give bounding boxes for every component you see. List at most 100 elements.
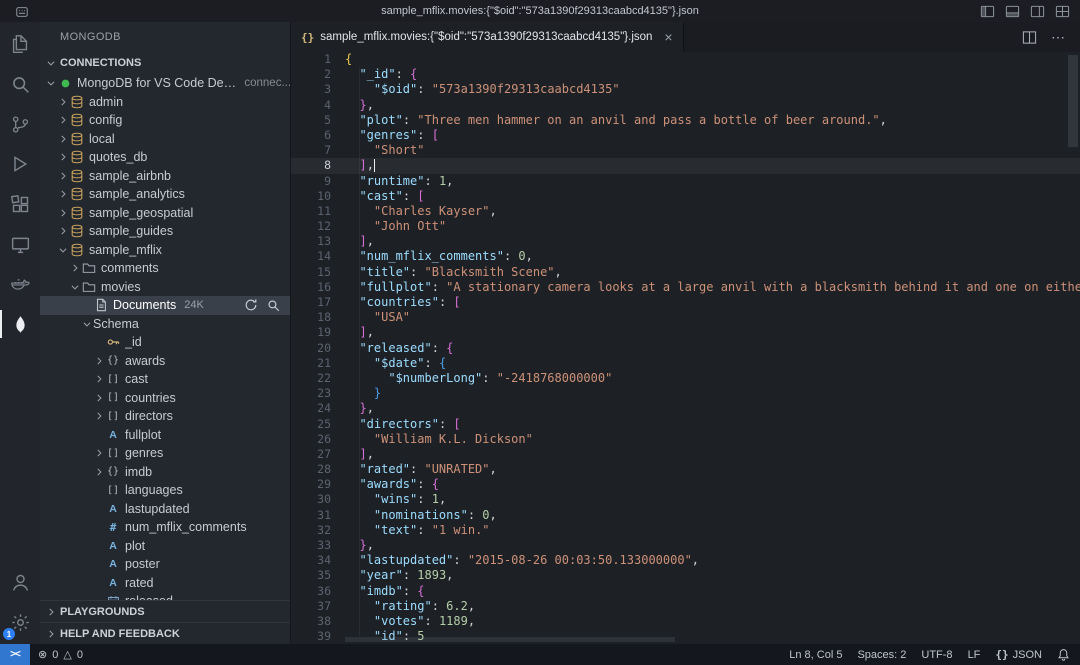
code-line-19[interactable]: 19 ], [291,325,1080,340]
code-line-6[interactable]: 6 "genres": [ [291,128,1080,143]
search-icon[interactable] [267,299,280,312]
activity-search-button[interactable] [0,64,40,104]
code-line-33[interactable]: 33 }, [291,538,1080,553]
horizontal-scrollbar[interactable] [345,637,675,642]
remote-indicator[interactable]: >< [0,644,30,665]
code-line-2[interactable]: 2 "_id": { [291,67,1080,82]
refresh-icon[interactable] [244,298,258,312]
cursor-position-status[interactable]: Ln 8, Col 5 [789,649,842,661]
code-line-29[interactable]: 29 "awards": { [291,477,1080,492]
playgrounds-section-header[interactable]: PLAYGROUNDS [40,600,290,622]
database-item-sample_geospatial[interactable]: sample_geospatial [40,204,290,223]
connection-item[interactable]: MongoDB for VS Code Demo connec... [40,74,290,93]
activity-source-control-button[interactable] [0,104,40,144]
toggle-panel-icon[interactable] [1004,3,1020,19]
code-line-12[interactable]: 12 "John Ott" [291,219,1080,234]
schema-field-_id[interactable]: _id [40,333,290,352]
activity-account-button[interactable] [0,562,40,602]
code-line-21[interactable]: 21 "$date": { [291,356,1080,371]
code-line-34[interactable]: 34 "lastupdated": "2015-08-26 00:03:50.1… [291,553,1080,568]
code-line-18[interactable]: 18 "USA" [291,310,1080,325]
activity-manage-button[interactable]: 1 [0,602,40,642]
code-line-5[interactable]: 5 "plot": "Three men hammer on an anvil … [291,113,1080,128]
activity-remote-explorer-button[interactable] [0,224,40,264]
schema-field-cast[interactable]: [] cast [40,370,290,389]
code-line-10[interactable]: 10 "cast": [ [291,189,1080,204]
split-editor-icon[interactable] [1022,30,1037,45]
collection-item-comments[interactable]: comments [40,259,290,278]
toggle-secondary-sidebar-icon[interactable] [1029,3,1045,19]
activity-mongodb-button[interactable] [0,304,40,344]
code-line-8[interactable]: 8 ], [291,158,1080,174]
documents-item[interactable]: Documents 24K [40,296,290,315]
schema-field-lastupdated[interactable]: Alastupdated [40,500,290,519]
code-line-16[interactable]: 16 "fullplot": "A stationary camera look… [291,280,1080,295]
tab-json-document[interactable]: {} sample_mflix.movies:{"$oid":"573a1390… [291,22,684,52]
encoding-status[interactable]: UTF-8 [921,649,952,661]
schema-field-released[interactable]: released [40,592,290,600]
database-item-quotes_db[interactable]: quotes_db [40,148,290,167]
schema-field-num_mflix_comments[interactable]: # num_mflix_comments [40,518,290,537]
database-item-sample_guides[interactable]: sample_guides [40,222,290,241]
code-line-17[interactable]: 17 "countries": [ [291,295,1080,310]
code-line-9[interactable]: 9 "runtime": 1, [291,174,1080,189]
code-line-4[interactable]: 4 }, [291,98,1080,113]
activity-docker-button[interactable] [0,264,40,304]
code-line-11[interactable]: 11 "Charles Kayser", [291,204,1080,219]
schema-field-countries[interactable]: [] countries [40,389,290,408]
code-line-36[interactable]: 36 "imdb": { [291,584,1080,599]
code-line-14[interactable]: 14 "num_mflix_comments": 0, [291,249,1080,264]
schema-field-fullplot[interactable]: Afullplot [40,426,290,445]
code-line-35[interactable]: 35 "year": 1893, [291,568,1080,583]
language-mode-status[interactable]: {} JSON [995,648,1042,661]
schema-field-languages[interactable]: [] languages [40,481,290,500]
code-line-25[interactable]: 25 "directors": [ [291,417,1080,432]
schema-field-plot[interactable]: Aplot [40,537,290,556]
activity-explorer-button[interactable] [0,24,40,64]
database-item-sample_airbnb[interactable]: sample_airbnb [40,167,290,186]
code-line-26[interactable]: 26 "William K.L. Dickson" [291,432,1080,447]
code-line-22[interactable]: 22 "$numberLong": "-2418768000000" [291,371,1080,386]
help-section-header[interactable]: HELP AND FEEDBACK [40,622,290,644]
code-line-13[interactable]: 13 ], [291,234,1080,249]
schema-field-genres[interactable]: [] genres [40,444,290,463]
customize-layout-icon[interactable] [1054,3,1070,19]
code-line-15[interactable]: 15 "title": "Blacksmith Scene", [291,265,1080,280]
code-line-37[interactable]: 37 "rating": 6.2, [291,599,1080,614]
code-line-1[interactable]: 1{ [291,52,1080,67]
code-line-20[interactable]: 20 "released": { [291,341,1080,356]
code-line-31[interactable]: 31 "nominations": 0, [291,508,1080,523]
activity-extensions-button[interactable] [0,184,40,224]
schema-item[interactable]: Schema [40,315,290,334]
connections-section-header[interactable]: CONNECTIONS [40,52,290,74]
code-editor[interactable]: 1{2 "_id": {3 "$oid": "573a1390f29313caa… [291,52,1080,644]
vertical-scrollbar[interactable] [1068,55,1078,147]
database-item-sample_mflix[interactable]: sample_mflix [40,241,290,260]
code-line-27[interactable]: 27 ], [291,447,1080,462]
notifications-bell-icon[interactable] [1057,648,1070,661]
code-line-23[interactable]: 23 } [291,386,1080,401]
code-line-24[interactable]: 24 }, [291,401,1080,416]
code-line-30[interactable]: 30 "wins": 1, [291,492,1080,507]
database-item-config[interactable]: config [40,111,290,130]
code-line-28[interactable]: 28 "rated": "UNRATED", [291,462,1080,477]
toggle-primary-sidebar-icon[interactable] [979,3,995,19]
more-actions-icon[interactable]: ⋯ [1051,29,1066,46]
code-line-38[interactable]: 38 "votes": 1189, [291,614,1080,629]
problems-status[interactable]: ⊗ 0 △ 0 [30,648,83,662]
eol-status[interactable]: LF [968,649,981,661]
schema-field-poster[interactable]: Aposter [40,555,290,574]
indentation-status[interactable]: Spaces: 2 [857,649,906,661]
database-item-admin[interactable]: admin [40,93,290,112]
activity-run-debug-button[interactable] [0,144,40,184]
code-line-7[interactable]: 7 "Short" [291,143,1080,158]
schema-field-awards[interactable]: {} awards [40,352,290,371]
close-tab-icon[interactable]: × [664,30,672,44]
code-line-3[interactable]: 3 "$oid": "573a1390f29313caabcd4135" [291,82,1080,97]
code-line-32[interactable]: 32 "text": "1 win." [291,523,1080,538]
schema-field-rated[interactable]: Arated [40,574,290,593]
schema-field-directors[interactable]: [] directors [40,407,290,426]
database-item-sample_analytics[interactable]: sample_analytics [40,185,290,204]
collection-item-movies[interactable]: movies [40,278,290,297]
schema-field-imdb[interactable]: {} imdb [40,463,290,482]
